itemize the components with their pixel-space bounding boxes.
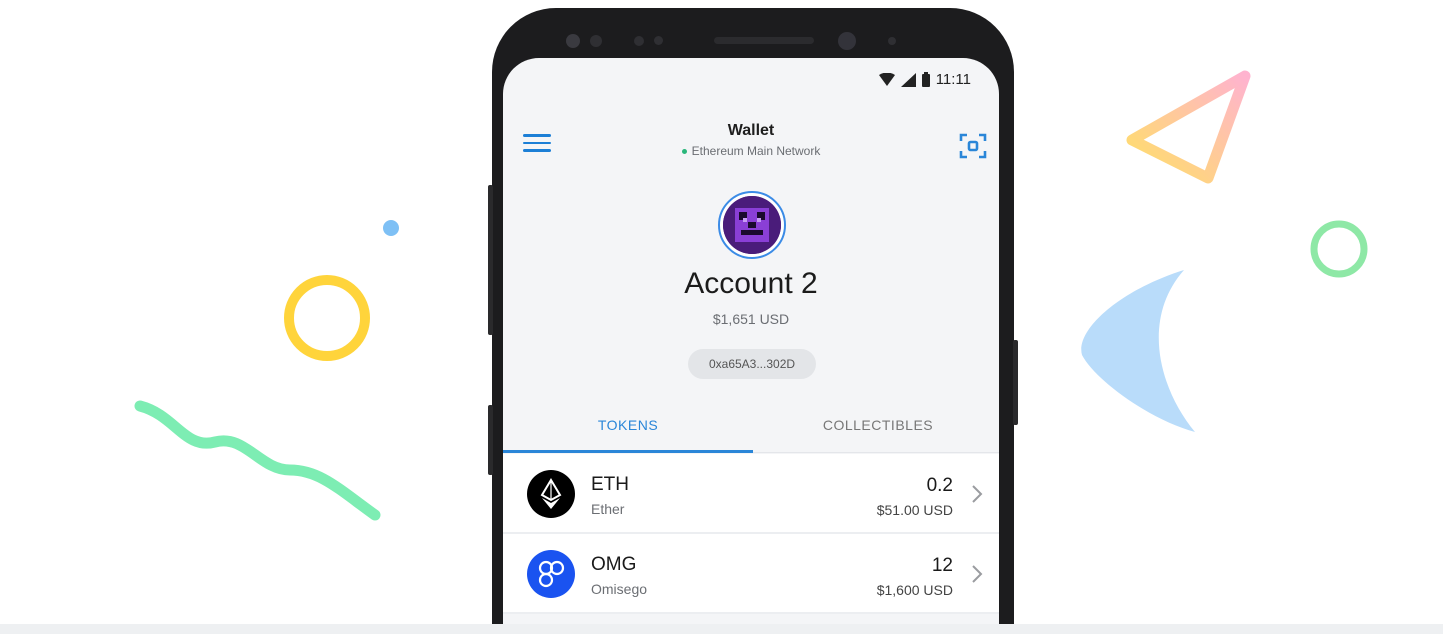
token-amount: 12 [931,555,953,576]
token-amount: 0.2 [926,475,953,496]
network-indicator: Ethereum Main Network [681,144,821,158]
phone-sensor [634,36,644,46]
network-name: Ethereum Main Network [691,144,821,158]
omisego-icon [538,560,565,588]
page-title: Wallet [727,122,775,139]
yellow-ring [284,275,370,361]
bottom-edge-strip [0,624,1443,634]
green-squiggle [134,400,381,521]
qr-scan-button[interactable] [959,132,987,160]
account-name: Account 2 [684,267,818,300]
account-avatar[interactable] [718,191,786,259]
phone-front-camera [838,32,856,50]
tab-collectibles[interactable]: COLLECTIBLES [753,403,999,453]
green-ring [1310,220,1368,278]
account-address-pill[interactable]: 0xa65A3...302D [688,349,816,379]
phone-side-button [488,185,493,335]
small-blue-dot [383,220,399,236]
token-list: ETH Ether 0.2 $51.00 USD OMG Omisego 12 … [503,454,999,614]
token-name: Ether [591,501,625,517]
token-row-eth[interactable]: ETH Ether 0.2 $51.00 USD [503,454,999,534]
phone-sensor [654,36,663,45]
battery-icon [921,72,930,87]
app-header: Wallet Ethereum Main Network [503,116,999,176]
token-logo [527,470,575,518]
asset-tabs: TOKENS COLLECTIBLES [503,403,999,453]
active-tab-indicator [503,450,753,453]
app-showcase: 11:11 Wallet Ethereum Main Network Accou… [0,0,1443,634]
phone-speaker [714,37,814,44]
chevron-right-icon [972,485,983,503]
status-bar: 11:11 [878,71,971,88]
phone-sensor [590,35,602,47]
ethereum-icon [540,478,562,509]
token-logo [527,550,575,598]
token-symbol: ETH [591,474,629,495]
signal-icon [900,72,916,87]
phone-screen: 11:11 Wallet Ethereum Main Network Accou… [503,58,999,634]
network-status-dot [681,148,687,154]
token-row-omg[interactable]: OMG Omisego 12 $1,600 USD [503,534,999,614]
tab-tokens[interactable]: TOKENS [503,403,753,453]
phone-side-button [488,405,493,475]
token-name: Omisego [591,581,648,597]
account-balance: $1,651 USD [712,311,790,327]
token-usd-value: $1,600 USD [876,582,953,598]
phone-camera [566,34,580,48]
status-time: 11:11 [935,71,971,88]
header-title-block: Wallet Ethereum Main Network [503,122,999,159]
phone-power-button [1013,340,1018,425]
avatar-image [723,196,781,254]
gradient-triangle [1126,70,1251,184]
identicon-icon [723,196,781,254]
wifi-icon [878,72,895,86]
chevron-right-icon [972,565,983,583]
token-usd-value: $51.00 USD [876,502,953,518]
blue-crescent [1081,270,1195,432]
token-symbol: OMG [591,554,637,575]
phone-sensor [888,37,896,45]
